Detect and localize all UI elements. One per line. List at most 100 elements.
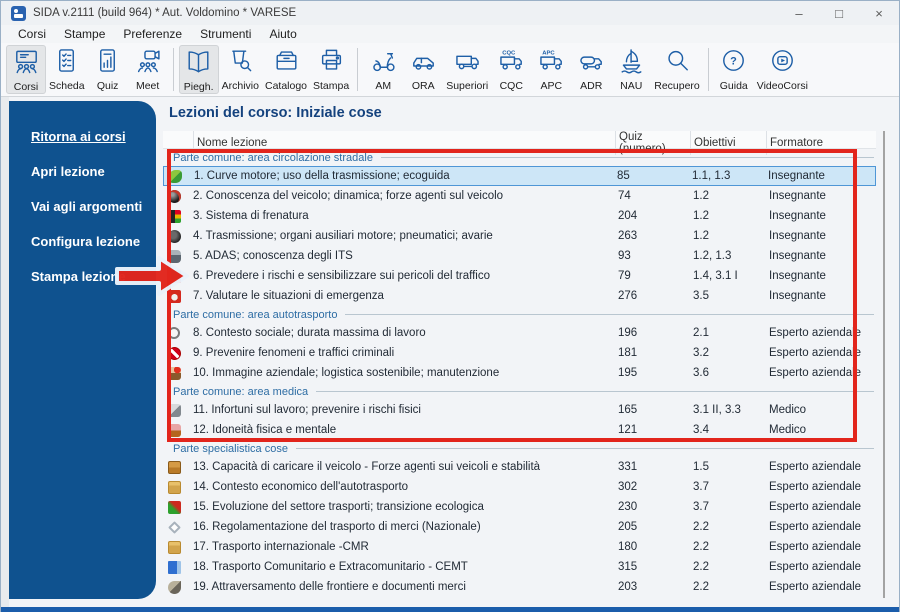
toolbar-button-recupero[interactable]: Recupero <box>651 45 703 94</box>
eco-pen-icon <box>168 500 181 514</box>
toolbar-button-label: Piegh. <box>183 81 214 93</box>
lesson-name: 7. Valutare le situazioni di emergenza <box>193 290 384 302</box>
svg-text:CQC: CQC <box>502 51 516 57</box>
lesson-icon-cell <box>163 460 193 474</box>
toolbar-separator <box>707 48 709 91</box>
sidebar-item-ritorna-ai-corsi[interactable]: Ritorna ai corsi <box>9 119 156 154</box>
quiz-count: 93 <box>618 250 631 262</box>
table-row[interactable]: 17. Trasporto internazionale -CMR 180 2.2 E… <box>163 537 876 557</box>
menu-corsi[interactable]: Corsi <box>9 26 55 42</box>
table-row[interactable]: 9. Prevenire fenomeni e traffici crimina… <box>163 343 876 363</box>
toolbar-button-quiz[interactable]: Quiz <box>88 45 128 94</box>
lesson-name: 5. ADAS; conoscenza degli ITS <box>193 250 353 262</box>
menu-preferenze[interactable]: Preferenze <box>114 26 191 42</box>
obiettivi-value: 1.2 <box>693 210 709 222</box>
toolbar-button-piegh[interactable]: Piegh. <box>178 45 219 94</box>
lesson-icon-cell <box>163 346 193 360</box>
toolbar-button-nau[interactable]: NAU <box>611 45 651 94</box>
toolbar-button-meet[interactable]: Meet <box>128 45 168 94</box>
menu-stampe[interactable]: Stampe <box>55 26 114 42</box>
catalog-drawer-icon <box>273 47 300 79</box>
close-button[interactable]: × <box>859 1 899 25</box>
table-row[interactable]: 8. Contesto sociale; durata massima di l… <box>163 323 876 343</box>
formatore-value: Insegnante <box>769 250 826 262</box>
obiettivi-value: 3.7 <box>693 501 709 513</box>
quiz-count: 302 <box>618 481 638 493</box>
menu-aiuto[interactable]: Aiuto <box>260 26 305 42</box>
lesson-name: 18. Trasporto Comunitario e Extracomunit… <box>193 561 468 573</box>
lesson-icon-cell <box>163 540 193 554</box>
menu-strumenti[interactable]: Strumenti <box>191 26 260 42</box>
toolbar: Corsi Scheda Quiz Meet Piegh. Archivio Catalog… <box>1 43 899 97</box>
column-header-quiz-numero-[interactable]: Quiz (numero) <box>615 131 690 155</box>
title-bar: SIDA v.2111 (build 964) * Aut. Voldomino… <box>1 1 899 25</box>
table-row[interactable]: 10. Immagine aziendale; logistica sosten… <box>163 363 876 383</box>
lesson-name: 16. Regolamentazione del trasporto di me… <box>193 521 481 533</box>
table-row[interactable]: 13. Capacità di caricare il veicolo - Fo… <box>163 457 876 477</box>
table-row[interactable]: 11. Infortuni sul lavoro; prevenire i ri… <box>163 400 876 420</box>
toolbar-group: Corsi Scheda Quiz Meet <box>6 45 168 94</box>
section-title: Parte comune: area circolazione stradale <box>173 151 373 164</box>
lesson-icon-cell <box>163 480 193 494</box>
table-row[interactable]: 1. Curve motore; uso della trasmissione;… <box>163 166 876 186</box>
sidebar-item-stampa-lezione[interactable]: Stampa lezione <box>9 259 156 294</box>
lesson-icon-cell <box>164 169 194 183</box>
sidebar-item-label: Stampa lezione <box>31 269 126 284</box>
quiz-count: 315 <box>618 561 638 573</box>
truck-cqc-icon: CQC <box>498 47 525 79</box>
table-row[interactable]: 12. Idoneità fisica e mentale 121 3.4 Medic… <box>163 420 876 440</box>
maximize-button[interactable]: □ <box>819 1 859 25</box>
toolbar-button-am[interactable]: AM <box>363 45 403 94</box>
toolbar-button-superiori[interactable]: Superiori <box>443 45 491 94</box>
toolbar-button-cqc[interactable]: CQC CQC <box>491 45 531 94</box>
truck-icon <box>454 47 481 79</box>
toolbar-button-corsi[interactable]: Corsi <box>6 45 46 94</box>
toolbar-button-ora[interactable]: ORA <box>403 45 443 94</box>
table-row[interactable]: 19. Attraversamento delle frontiere e do… <box>163 577 876 597</box>
sheet-checklist-icon <box>53 47 80 79</box>
toolbar-button-stampa[interactable]: Stampa <box>310 45 352 94</box>
sidebar-item-vai-agli-argomenti[interactable]: Vai agli argomenti <box>9 189 156 224</box>
formatore-value: Esperto aziendale <box>769 461 862 473</box>
lesson-icon-cell <box>163 580 193 594</box>
table-row[interactable]: 2. Conoscenza del veicolo; dinamica; for… <box>163 186 876 206</box>
obiettivi-value: 3.2 <box>693 347 709 359</box>
vertical-scrollbar[interactable] <box>883 131 885 598</box>
toolbar-button-guida[interactable]: ? Guida <box>714 45 754 94</box>
toolbar-button-archivio[interactable]: Archivio <box>219 45 262 94</box>
toolbar-button-adr[interactable]: ADR <box>571 45 611 94</box>
printer-icon <box>318 47 345 79</box>
column-header-obiettivi[interactable]: Obiettivi <box>690 131 766 155</box>
table-row[interactable]: 15. Evoluzione del settore trasporti; tr… <box>163 497 876 517</box>
table-row[interactable]: 18. Trasporto Comunitario e Extracomunit… <box>163 557 876 577</box>
minimize-button[interactable]: – <box>779 1 819 25</box>
no-entry-icon <box>168 346 181 360</box>
menu-bar: Corsi Stampe Preferenze Strumenti Aiuto <box>1 25 899 43</box>
toolbar-button-videocorsi[interactable]: VideoCorsi <box>754 45 811 94</box>
table-row[interactable]: 4. Trasmissione; organi ausiliari motore… <box>163 226 876 246</box>
sidebar-item-apri-lezione[interactable]: Apri lezione <box>9 154 156 189</box>
folder-doc-icon <box>168 540 181 554</box>
column-header-formatore[interactable]: Formatore <box>766 131 876 155</box>
formatore-value: Insegnante <box>769 270 826 282</box>
person-heart-icon <box>168 366 181 380</box>
table-row[interactable]: 6. Prevedere i rischi e sensibilizzare s… <box>163 266 876 286</box>
toolbar-button-label: ADR <box>580 80 603 92</box>
quiz-count: 205 <box>618 521 638 533</box>
table-row[interactable]: 16. Regolamentazione del trasporto di me… <box>163 517 876 537</box>
toolbar-button-label: AM <box>375 80 392 92</box>
table-row[interactable]: 7. Valutare le situazioni di emergenza 27… <box>163 286 876 306</box>
toolbar-button-catalogo[interactable]: Catalogo <box>262 45 310 94</box>
toolbar-button-label: Guida <box>719 80 748 92</box>
page-title: Lezioni del corso: Iniziale cose <box>169 105 382 121</box>
sidebar-item-configura-lezione[interactable]: Configura lezione <box>9 224 156 259</box>
lesson-name: 10. Immagine aziendale; logistica sosten… <box>193 367 500 379</box>
toolbar-button-apc[interactable]: APC APC <box>531 45 571 94</box>
tire-trafficlight-icon <box>168 209 181 223</box>
table-row[interactable]: 3. Sistema di frenatura 204 1.2 Insegnante <box>163 206 876 226</box>
table-row[interactable]: 5. ADAS; conoscenza degli ITS 93 1.2, 1.3 I… <box>163 246 876 266</box>
toolbar-button-scheda[interactable]: Scheda <box>46 45 88 94</box>
table-row[interactable]: 14. Contesto economico dell'autotrasport… <box>163 477 876 497</box>
obiettivi-value: 2.2 <box>693 541 709 553</box>
scooter-icon <box>370 47 397 79</box>
